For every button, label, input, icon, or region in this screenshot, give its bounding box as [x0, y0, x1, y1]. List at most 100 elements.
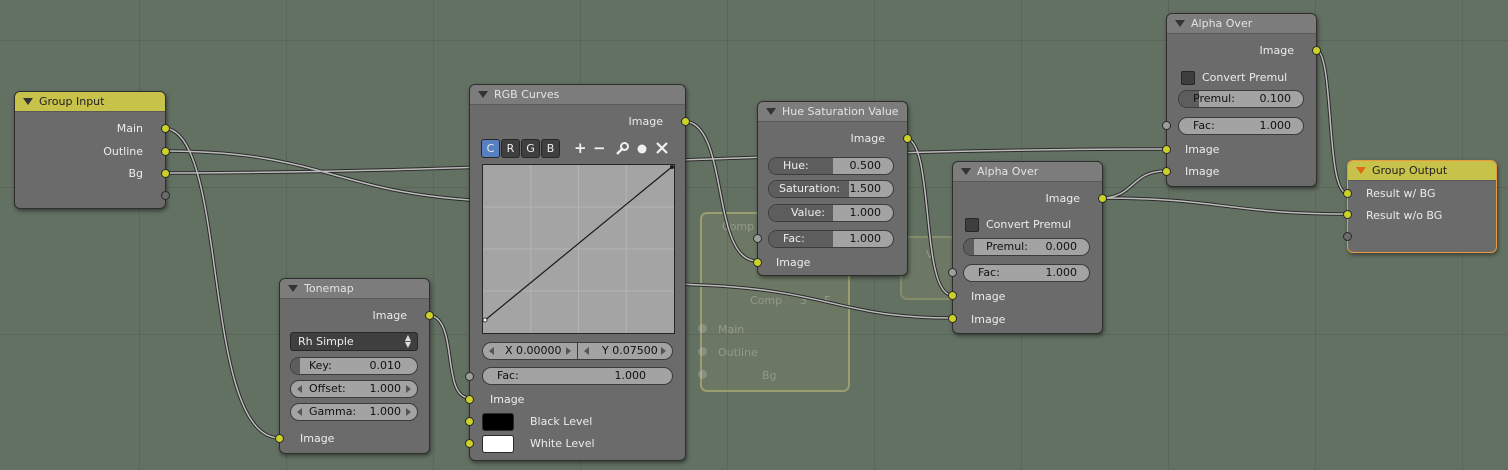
curves-input-image-socket[interactable] [465, 395, 474, 404]
tonemap-output-socket[interactable] [425, 311, 434, 320]
output-empty-socket[interactable] [161, 191, 170, 200]
rgb-curves-title: RGB Curves [494, 88, 560, 101]
rgb-curves-header[interactable]: RGB Curves [470, 85, 685, 105]
output-outline-socket[interactable] [161, 147, 170, 156]
convert-premul-checkbox[interactable] [1181, 71, 1195, 85]
tonemap-type-value: Rh Simple [298, 335, 354, 348]
group-output-node[interactable]: Group Output Result w/ BG Result w/o BG [1343, 160, 1497, 253]
alpha-over-1-input-a-socket[interactable] [948, 291, 957, 300]
tonemap-node[interactable]: Tonemap Image Rh Simple ▲ ▼ Key: 0.010 Of… [275, 278, 434, 454]
dot-icon[interactable] [636, 143, 648, 158]
alpha-over-2-input-a-socket[interactable] [1162, 145, 1171, 154]
curve-editor[interactable] [482, 164, 675, 334]
alpha-over-1-input-b-label: Image [971, 313, 1006, 326]
group-output-header[interactable]: Group Output [1348, 161, 1496, 181]
alpha-over-2-premul-field[interactable]: Premul: 0.100 [1178, 90, 1304, 108]
black-level-socket[interactable] [465, 417, 474, 426]
channel-r-button[interactable]: R [501, 139, 520, 158]
hue-field[interactable]: Hue: 0.500 [768, 157, 894, 175]
alpha-over-1-premul-field[interactable]: Premul: 0.000 [963, 238, 1090, 256]
increment-arrow-icon[interactable] [406, 408, 411, 416]
alpha-over-1-fac-value: 1.000 [1045, 266, 1078, 279]
alpha-over-2-fac-socket[interactable] [1162, 121, 1171, 130]
alpha-over-1-title: Alpha Over [977, 165, 1039, 178]
tonemap-input-socket[interactable] [275, 434, 284, 443]
group-input-node[interactable]: Group Input Main Outline Bg [14, 91, 170, 209]
output-bg-socket[interactable] [161, 169, 170, 178]
collapse-triangle-icon[interactable] [478, 91, 488, 98]
fac-label: Fac: [497, 369, 519, 382]
curves-output-label: Image [628, 115, 663, 128]
saturation-field[interactable]: Saturation: 1.500 [768, 180, 894, 198]
rgb-curves-node[interactable]: RGB Curves Image C R G B + − X 0.00000 Y… [465, 84, 690, 461]
tonemap-output-label: Image [372, 309, 407, 322]
channel-g-button[interactable]: G [521, 139, 540, 158]
decrement-arrow-icon[interactable] [297, 385, 302, 393]
close-icon[interactable] [655, 141, 669, 158]
alpha-over-1-header[interactable]: Alpha Over [953, 162, 1102, 182]
curves-fac-field[interactable]: Fac: 1.000 [482, 367, 673, 385]
white-level-socket[interactable] [465, 439, 474, 448]
zoom-out-button[interactable]: − [593, 141, 606, 156]
alpha-over-2-input-b-socket[interactable] [1162, 167, 1171, 176]
collapse-triangle-icon[interactable] [1356, 167, 1366, 174]
hsv-header[interactable]: Hue Saturation Value [758, 102, 907, 122]
tonemap-gamma-field[interactable]: Gamma: 1.000 [290, 403, 418, 421]
group-input-header[interactable]: Group Input [15, 92, 165, 112]
alpha-over-2-output-socket[interactable] [1312, 46, 1321, 55]
curve-x-readout[interactable]: X 0.00000 [482, 342, 578, 360]
collapse-triangle-icon[interactable] [1175, 20, 1185, 27]
tonemap-type-select[interactable]: Rh Simple ▲ ▼ [290, 332, 418, 351]
white-level-label: White Level [530, 437, 595, 450]
hsv-output-socket[interactable] [903, 134, 912, 143]
increment-arrow-icon[interactable] [661, 347, 666, 355]
decrement-arrow-icon[interactable] [297, 408, 302, 416]
channel-b-button[interactable]: B [541, 139, 560, 158]
empty-input-socket[interactable] [1343, 232, 1352, 241]
convert-premul-label: Convert Premul [1202, 71, 1288, 84]
alpha-over-2-fac-field[interactable]: Fac: 1.000 [1178, 117, 1304, 135]
curves-output-socket[interactable] [681, 117, 690, 126]
collapse-triangle-icon[interactable] [288, 285, 298, 292]
group-input-title: Group Input [39, 95, 105, 108]
curves-fac-socket[interactable] [465, 372, 474, 381]
tonemap-header[interactable]: Tonemap [280, 279, 429, 299]
x-readout-value: X 0.00000 [505, 344, 562, 357]
collapse-triangle-icon[interactable] [766, 108, 776, 115]
black-level-swatch[interactable] [482, 413, 514, 431]
ghost-viewer-node: V [900, 236, 956, 300]
output-main-socket[interactable] [161, 124, 170, 133]
decrement-arrow-icon[interactable] [584, 347, 589, 355]
result-with-bg-socket[interactable] [1343, 189, 1352, 198]
value-field[interactable]: Value: 1.000 [768, 204, 894, 222]
white-level-swatch[interactable] [482, 435, 514, 453]
collapse-triangle-icon[interactable] [961, 168, 971, 175]
alpha-over-1-input-b-socket[interactable] [948, 314, 957, 323]
increment-arrow-icon[interactable] [566, 347, 571, 355]
increment-arrow-icon[interactable] [406, 385, 411, 393]
alpha-over-1-fac-field[interactable]: Fac: 1.000 [963, 264, 1090, 282]
hsv-fac-socket[interactable] [753, 234, 762, 243]
hsv-input-socket[interactable] [753, 258, 762, 267]
alpha-over-1-fac-socket[interactable] [948, 268, 957, 277]
zoom-in-button[interactable]: + [574, 141, 587, 156]
wrench-icon[interactable] [614, 141, 630, 160]
curve-y-readout[interactable]: Y 0.07500 [577, 342, 673, 360]
alpha-over-node-2[interactable]: Alpha Over Image Convert Premul Premul: … [1162, 13, 1321, 187]
alpha-over-node-1[interactable]: Alpha Over Image Convert Premul Premul: … [948, 161, 1107, 334]
result-without-bg-socket[interactable] [1343, 210, 1352, 219]
collapse-triangle-icon[interactable] [23, 98, 33, 105]
channel-c-button[interactable]: C [481, 139, 500, 158]
alpha-over-2-header[interactable]: Alpha Over [1167, 14, 1316, 34]
decrement-arrow-icon[interactable] [489, 347, 494, 355]
ghost-node-num: 3 [800, 294, 807, 307]
tonemap-offset-field[interactable]: Offset: 1.000 [290, 380, 418, 398]
tonemap-key-field[interactable]: Key: 0.010 [290, 357, 418, 375]
alpha-over-1-fac-label: Fac: [978, 266, 1000, 279]
alpha-over-1-output-socket[interactable] [1098, 194, 1107, 203]
convert-premul-checkbox[interactable] [965, 218, 979, 232]
output-main-label: Main [116, 122, 143, 135]
hsv-fac-field[interactable]: Fac: 1.000 [768, 230, 894, 248]
hue-saturation-value-node[interactable]: Hue Saturation Value Image Hue: 0.500 Sa… [753, 101, 912, 276]
curve-graph[interactable] [482, 165, 674, 333]
